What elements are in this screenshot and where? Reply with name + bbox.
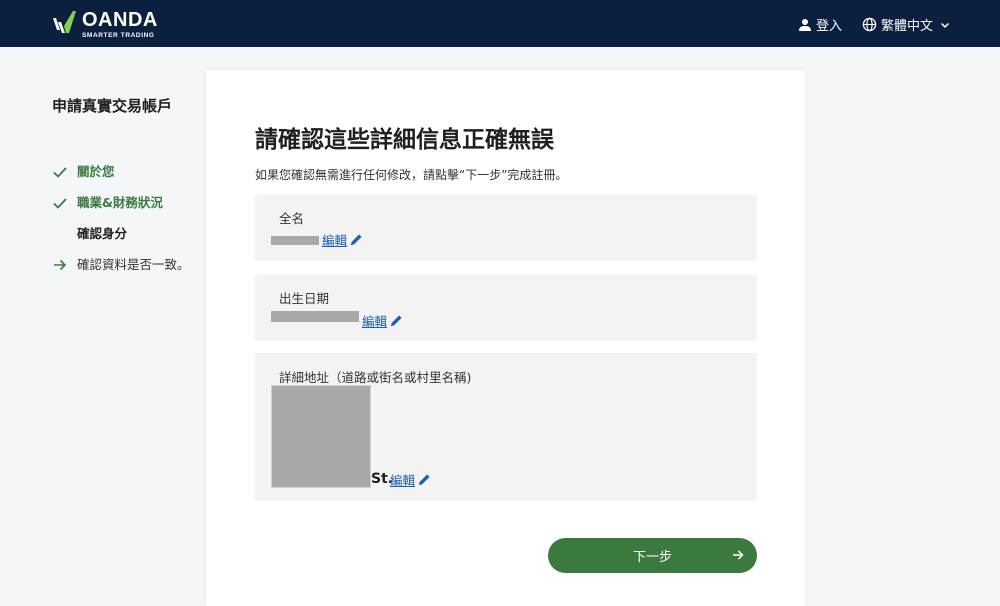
step-label: 確認資料是否一致。	[77, 257, 190, 272]
login-label: 登入	[816, 19, 843, 34]
top-navigation-bar: OANDA SMARTER TRADING 登入 繁體中文	[0, 0, 1000, 47]
check-icon	[53, 198, 67, 209]
step-occupation-finance[interactable]: 職業&財務狀況	[52, 195, 192, 211]
field-label: 詳細地址（道路或街名或村里名稱)	[279, 370, 472, 385]
pencil-icon	[390, 315, 402, 327]
user-icon	[799, 18, 811, 31]
step-label: 確認身分	[77, 226, 128, 241]
pencil-icon	[418, 474, 430, 486]
field-date-of-birth: 出生日期 編輯	[255, 274, 757, 341]
next-step-button[interactable]: 下一步	[548, 538, 757, 573]
check-icon	[53, 167, 67, 178]
brand-logo[interactable]: OANDA SMARTER TRADING	[52, 9, 158, 40]
step-icon-wrapper	[52, 257, 68, 273]
brand-tagline: SMARTER TRADING	[82, 32, 155, 39]
step-icon-wrapper	[52, 195, 68, 211]
edit-full-name-link[interactable]: 編輯	[322, 230, 364, 249]
edit-label: 編輯	[362, 314, 388, 329]
edit-address-link[interactable]: 編輯	[390, 470, 432, 489]
step-confirm-details: 確認資料是否一致。	[52, 257, 192, 273]
oanda-logo-icon	[53, 11, 76, 33]
edit-date-of-birth-link[interactable]: 編輯	[362, 311, 404, 330]
page-title: 請確認這些詳細信息正確無誤	[255, 127, 554, 153]
next-button-label: 下一步	[632, 550, 672, 565]
redacted-value	[271, 385, 371, 488]
chevron-down-icon	[940, 22, 950, 28]
step-verify-identity: 確認身分	[52, 226, 192, 242]
confirmation-card: 請確認這些詳細信息正確無誤 如果您確認無需進行任何修改，請點擊“下一步”完成註冊…	[206, 70, 805, 606]
edit-label: 編輯	[322, 233, 348, 248]
globe-icon	[862, 17, 877, 32]
arrow-right-icon	[54, 259, 67, 271]
arrow-right-icon	[733, 550, 744, 560]
brand-name: OANDA	[82, 9, 158, 31]
redacted-value	[271, 311, 359, 322]
language-selector[interactable]: 繁體中文	[862, 15, 951, 34]
intro-text: 如果您確認無需進行任何修改，請點擊“下一步”完成註冊。	[255, 168, 568, 182]
step-icon-wrapper	[52, 226, 68, 242]
login-link[interactable]: 登入	[798, 15, 842, 34]
progress-steps: 關於您 職業&財務狀況 確認身分 確認資料是否一致。	[52, 164, 192, 288]
language-label: 繁體中文	[881, 19, 934, 34]
sidebar-title: 申請真實交易帳戶	[52, 97, 173, 115]
step-label: 關於您	[77, 164, 115, 179]
step-icon-wrapper	[52, 164, 68, 180]
field-label: 全名	[279, 211, 305, 226]
redacted-value	[271, 236, 319, 245]
brand-text: OANDA SMARTER TRADING	[82, 9, 158, 40]
step-about-you[interactable]: 關於您	[52, 164, 192, 180]
step-label: 職業&財務狀況	[77, 195, 163, 210]
pencil-icon	[350, 234, 362, 246]
field-full-name: 全名 編輯	[255, 194, 757, 261]
edit-label: 編輯	[390, 473, 416, 488]
field-address: 詳細地址（道路或街名或村里名稱) St. 編輯	[255, 353, 757, 501]
field-label: 出生日期	[279, 291, 330, 306]
